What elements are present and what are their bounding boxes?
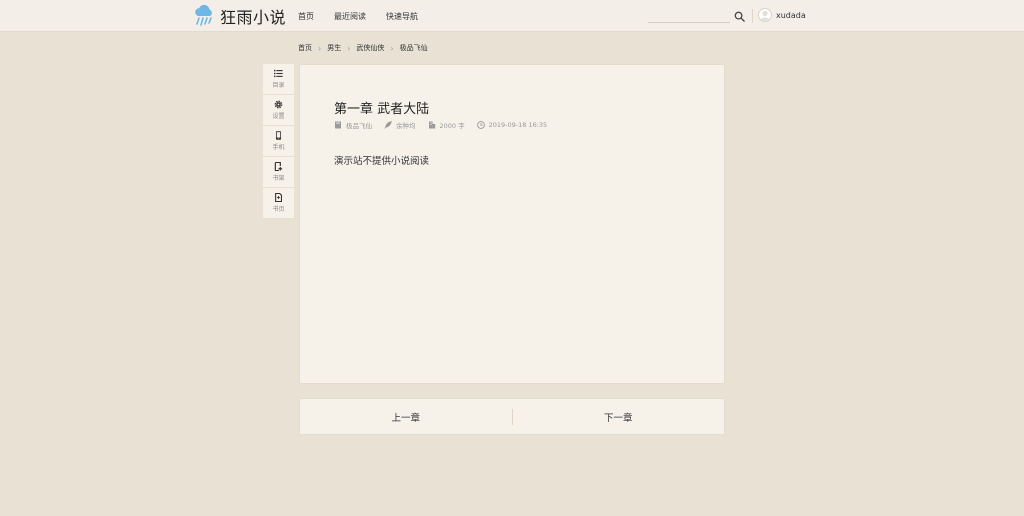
- cloud-rain-logo-icon: [195, 4, 212, 26]
- meta-words: 2000 字: [428, 120, 465, 130]
- book-icon: [335, 121, 341, 129]
- sidebar-item-label: 目录: [272, 82, 285, 89]
- top-bar: 狂雨小说 首页 最近阅读 快速导航 xudada: [0, 0, 1024, 32]
- nav-quick[interactable]: 快速导航: [386, 11, 418, 22]
- building-icon: [428, 121, 435, 129]
- meta-update-time: 2019-09-18 16:35: [488, 121, 548, 129]
- breadcrumb-home[interactable]: 首页: [298, 43, 312, 53]
- sidebar-item-bookshelf[interactable]: 书架: [263, 157, 294, 188]
- sidebar-item-catalog[interactable]: 目录: [263, 64, 294, 95]
- search-icon[interactable]: [734, 11, 745, 22]
- list-icon: [274, 69, 283, 78]
- username: xudada: [776, 10, 806, 20]
- bookmark-add-icon: [274, 162, 283, 171]
- sidebar-item-label: 书页: [272, 206, 285, 213]
- feather-pen-icon: [384, 121, 392, 129]
- sidebar-item-label: 书架: [272, 175, 285, 182]
- sidebar-item-book-page[interactable]: 书页: [263, 188, 294, 219]
- nav-recent[interactable]: 最近阅读: [334, 11, 366, 22]
- breadcrumb-category[interactable]: 男生: [327, 43, 341, 53]
- meta-author: 余种均: [384, 120, 416, 130]
- meta-book-name[interactable]: 极品飞仙: [346, 120, 372, 130]
- chapter-title: 第一章 武者大陆: [334, 102, 430, 117]
- sidebar-item-mobile[interactable]: 手机: [263, 126, 294, 157]
- main-nav: 首页 最近阅读 快速导航: [298, 0, 438, 32]
- meta-word-count: 2000 字: [439, 122, 465, 130]
- phone-icon: [275, 131, 282, 140]
- search-box: [648, 8, 748, 24]
- chapter-panel: 第一章 武者大陆 极品飞仙 余种均 2000 字 2019-09-18 16:3…: [299, 64, 725, 384]
- search-input[interactable]: [648, 8, 730, 23]
- breadcrumb-subcategory[interactable]: 武侠仙侠: [356, 43, 384, 53]
- chevron-right-icon: ›: [318, 43, 322, 53]
- sidebar-item-settings[interactable]: 设置: [263, 95, 294, 126]
- prev-chapter-button[interactable]: 上一章: [300, 410, 512, 424]
- gear-icon: [274, 100, 283, 109]
- header-divider: [752, 9, 753, 23]
- chevron-right-icon: ›: [347, 43, 351, 53]
- meta-time: 2019-09-18 16:35: [476, 121, 548, 129]
- sidebar-item-label: 设置: [272, 113, 285, 120]
- reader-sidebar: 目录 设置 手机 书架 书页: [263, 64, 294, 219]
- next-chapter-button[interactable]: 下一章: [513, 410, 725, 424]
- chapter-meta: 极品飞仙 余种均 2000 字 2019-09-18 16:35: [334, 120, 559, 130]
- user-menu[interactable]: xudada: [758, 8, 806, 22]
- user-icon: [760, 10, 770, 21]
- breadcrumb: 首页 › 男生 › 武侠仙侠 › 极品飞仙: [298, 43, 428, 53]
- nav-home[interactable]: 首页: [298, 11, 314, 22]
- sidebar-item-label: 手机: [272, 144, 285, 151]
- logo[interactable]: 狂雨小说: [193, 3, 286, 29]
- meta-author-name: 余种均: [396, 122, 416, 130]
- breadcrumb-book[interactable]: 极品飞仙: [400, 43, 428, 53]
- meta-book: 极品飞仙: [334, 120, 372, 130]
- book-page-icon: [275, 193, 283, 202]
- avatar: [758, 8, 772, 22]
- clock-icon: [476, 121, 485, 129]
- chapter-pager: 上一章 下一章: [299, 398, 725, 435]
- logo-text: 狂雨小说: [220, 8, 287, 27]
- chevron-right-icon: ›: [390, 43, 394, 53]
- chapter-text: 演示站不提供小说阅读: [334, 156, 430, 167]
